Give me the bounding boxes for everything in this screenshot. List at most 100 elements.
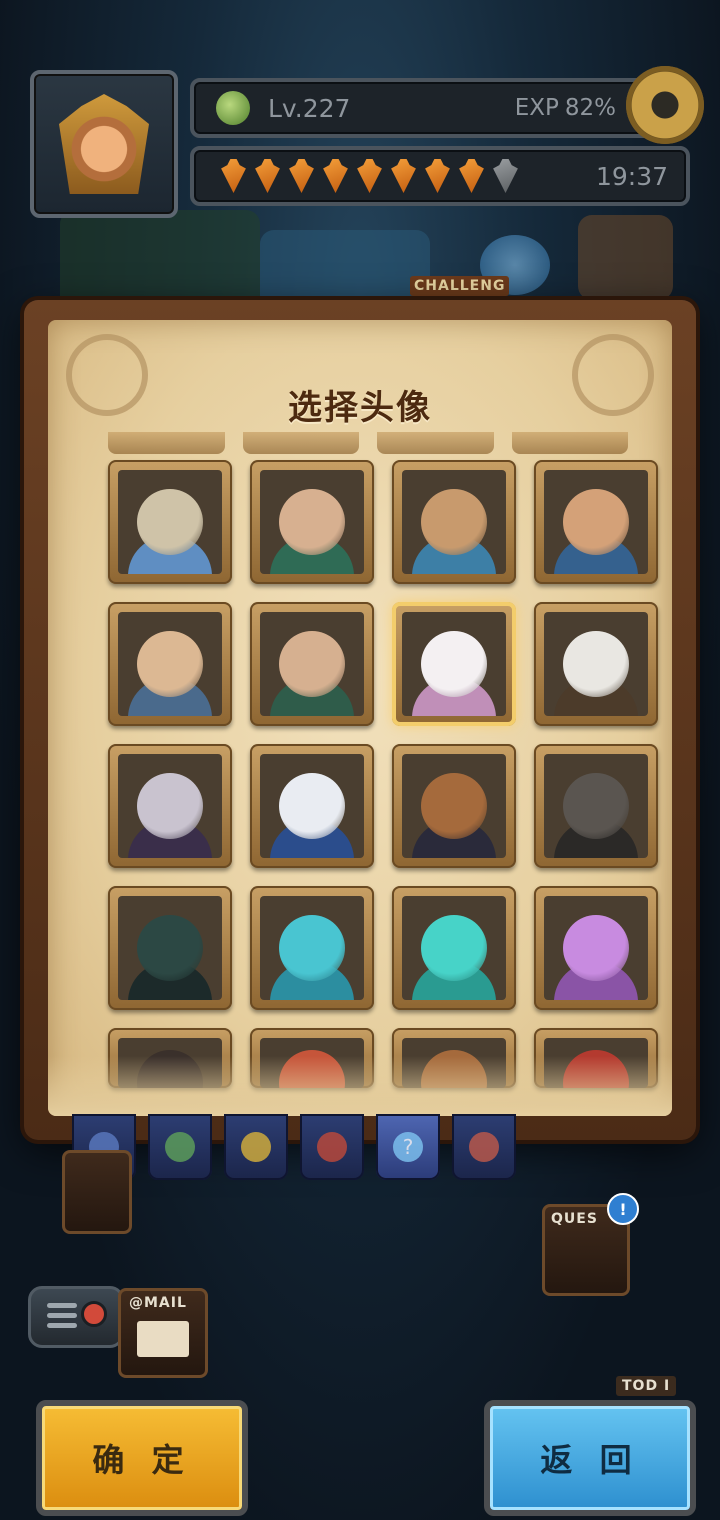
quest-alert-badge: !	[607, 1193, 639, 1225]
map-island	[60, 210, 260, 310]
dialog-title: 选择头像	[288, 388, 432, 428]
tab-green-hero[interactable]	[148, 1114, 212, 1180]
avatar-head	[421, 631, 487, 697]
avatar-portrait	[544, 754, 648, 858]
avatar-select-dialog: 选择头像	[24, 300, 696, 1140]
avatar-portrait	[118, 754, 222, 858]
player-avatar-portrait	[59, 94, 149, 194]
avatar-portrait	[118, 612, 222, 716]
avatar-cell-scholar-green[interactable]	[250, 602, 374, 726]
avatar-head	[563, 489, 629, 555]
avatar-cell-shadow-beast[interactable]	[108, 886, 232, 1010]
avatar-head	[279, 489, 345, 555]
avatar-portrait	[402, 470, 506, 574]
mail-button[interactable]: @MAIL	[118, 1288, 208, 1378]
stamina-bar: 19:37	[190, 146, 690, 206]
avatar-cell-blue-slime-crown[interactable]	[250, 886, 374, 1010]
avatar-cell-dark-knight[interactable]	[534, 744, 658, 868]
avatar-portrait	[402, 896, 506, 1000]
avatar-portrait	[118, 896, 222, 1000]
dialog-parchment: 选择头像	[48, 320, 672, 1116]
avatar-cell-bear[interactable]	[108, 460, 232, 584]
map-water	[260, 230, 430, 310]
menu-button[interactable]	[28, 1286, 124, 1348]
avatar-head	[421, 915, 487, 981]
avatar-cell-bunny-girl[interactable]	[392, 602, 516, 726]
avatar-portrait	[544, 470, 648, 574]
menu-line-icon	[47, 1323, 77, 1328]
exp-value: 82%	[564, 95, 616, 121]
scrolled-row-top	[108, 432, 628, 454]
avatar-portrait	[260, 896, 364, 1000]
question-icon: ?	[393, 1132, 423, 1162]
avatar-portrait	[544, 896, 648, 1000]
back-button[interactable]: 返 回	[484, 1400, 696, 1516]
avatar-cell-scholar-blue[interactable]	[108, 602, 232, 726]
challenge-label: CHALLENG	[410, 276, 510, 296]
carrot-icon	[459, 159, 484, 193]
avatar-cell-pirate-skull[interactable]	[534, 602, 658, 726]
settings-gear-icon[interactable]	[626, 66, 704, 144]
avatar-cell-partial[interactable]	[242, 432, 359, 454]
avatar-cell-purple-knight[interactable]	[108, 744, 232, 868]
event-button[interactable]	[62, 1150, 132, 1234]
avatar-head	[137, 489, 203, 555]
tab-mystery[interactable]: ?	[376, 1114, 440, 1180]
hero-face-icon	[241, 1132, 271, 1162]
avatar-cell-purple-slime[interactable]	[534, 886, 658, 1010]
level-bar: Lv.227 EXP 82%	[190, 66, 704, 144]
quest-button[interactable]: QUES !	[542, 1193, 639, 1296]
map-treasure-tower[interactable]	[578, 215, 673, 300]
avatar-head	[279, 773, 345, 839]
avatar-grid	[108, 460, 658, 1088]
quest-label: QUES	[551, 1211, 598, 1227]
avatar-cell-partial[interactable]	[108, 432, 225, 454]
avatar-head	[421, 489, 487, 555]
envelope-icon	[137, 1321, 189, 1357]
avatar-category-tabs: ?	[72, 1114, 516, 1180]
avatar-head	[279, 631, 345, 697]
tab-fox-hero[interactable]	[452, 1114, 516, 1180]
avatar-head	[137, 773, 203, 839]
avatar-portrait	[260, 612, 364, 716]
avatar-portrait	[402, 612, 506, 716]
carrot-icon	[255, 159, 280, 193]
avatar-cell-blue-slime-flowers[interactable]	[392, 886, 516, 1010]
carrot-icon	[221, 159, 246, 193]
tab-red-hero[interactable]	[300, 1114, 364, 1180]
avatar-head	[279, 915, 345, 981]
avatar-cell-mustache-man[interactable]	[534, 460, 658, 584]
avatar-cell-partial[interactable]	[511, 432, 628, 454]
mail-label: @MAIL	[129, 1295, 187, 1311]
player-avatar[interactable]	[30, 70, 178, 218]
avatar-head	[137, 631, 203, 697]
exp-label: EXP	[514, 95, 559, 121]
quest-badge-text: !	[619, 1199, 627, 1219]
carrot-icon	[391, 159, 416, 193]
avatar-portrait	[402, 754, 506, 858]
tab-yellow-hero[interactable]	[224, 1114, 288, 1180]
scroll-fade	[48, 1056, 672, 1116]
avatar-head	[137, 915, 203, 981]
avatar-cell-partial[interactable]	[377, 432, 494, 454]
menu-dot-icon	[81, 1301, 107, 1327]
stamina-timer: 19:37	[595, 161, 668, 191]
hero-face-icon	[317, 1132, 347, 1162]
carrot-icon	[357, 159, 382, 193]
carrot-empty-icon	[493, 159, 518, 193]
avatar-head	[563, 631, 629, 697]
avatar-cell-astronaut[interactable]	[250, 744, 374, 868]
confirm-button[interactable]: 确 定	[36, 1400, 248, 1516]
avatar-portrait	[260, 470, 364, 574]
avatar-portrait	[118, 470, 222, 574]
level-text: Lv.227	[268, 93, 351, 123]
hero-face-icon	[469, 1132, 499, 1162]
carrot-icon	[425, 159, 450, 193]
avatar-cell-monkey[interactable]	[392, 744, 516, 868]
avatar-portrait	[260, 754, 364, 858]
avatar-cell-bald-man-blue[interactable]	[392, 460, 516, 584]
menu-line-icon	[47, 1313, 77, 1318]
avatar-cell-old-man-green[interactable]	[250, 460, 374, 584]
avatar-head	[563, 915, 629, 981]
avatar-portrait	[544, 612, 648, 716]
